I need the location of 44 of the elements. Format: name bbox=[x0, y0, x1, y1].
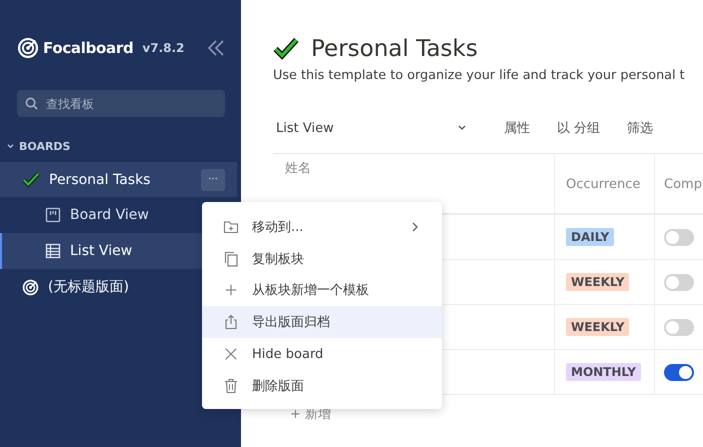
toolbar-button[interactable]: 属性 bbox=[504, 119, 530, 137]
plus-icon bbox=[223, 283, 239, 298]
version-label: v7.8.2 bbox=[142, 41, 184, 55]
more-button[interactable]: ··· bbox=[201, 168, 225, 190]
toggle-switch[interactable] bbox=[664, 364, 694, 380]
app-name: Focalboard bbox=[43, 39, 134, 57]
logo-icon bbox=[17, 37, 39, 59]
chevron-icon bbox=[458, 125, 466, 131]
column-header[interactable]: Compl bbox=[654, 155, 703, 213]
section-title: BOARDS bbox=[19, 140, 70, 152]
toggle-switch[interactable] bbox=[664, 228, 694, 246]
toggle-switch[interactable] bbox=[664, 318, 694, 336]
board-label: (无标题版面) bbox=[48, 278, 129, 296]
toggle-switch[interactable] bbox=[664, 274, 694, 290]
occurrence-tag: DAILY bbox=[566, 228, 614, 246]
copy-icon bbox=[223, 250, 239, 267]
occurrence-tag: WEEKLY bbox=[566, 273, 630, 291]
search-field[interactable]: 查找看板 bbox=[17, 90, 225, 117]
toolbar-button[interactable]: 筛选 bbox=[627, 119, 654, 137]
view-label: Board View bbox=[70, 207, 149, 223]
close-icon bbox=[223, 347, 239, 362]
board-description: Use this template to organize your life and track your personal t bbox=[273, 68, 686, 83]
toolbar-button[interactable]: 以 分组 bbox=[557, 119, 600, 137]
check-icon bbox=[273, 36, 299, 62]
board-item[interactable]: Personal Tasks ··· bbox=[0, 162, 237, 197]
menu-item[interactable]: 删除版面 bbox=[202, 370, 442, 402]
share-icon bbox=[223, 314, 239, 330]
menu-item[interactable]: 导出版面归档 bbox=[202, 306, 442, 338]
occurrence-tag: WEEKLY bbox=[566, 318, 630, 336]
menu-item[interactable]: Hide board bbox=[202, 338, 442, 370]
folder-icon bbox=[223, 218, 239, 235]
occurrence-tag: MONTHLY bbox=[566, 363, 641, 381]
target-icon bbox=[22, 278, 39, 296]
collapse-icon[interactable] bbox=[207, 40, 225, 56]
board-title: Personal Tasks bbox=[311, 36, 478, 62]
table-icon bbox=[45, 243, 61, 259]
board-icon bbox=[45, 207, 61, 223]
trash-icon bbox=[223, 378, 239, 394]
section-header[interactable]: BOARDS bbox=[0, 137, 241, 155]
check-icon bbox=[22, 170, 40, 188]
view-label: List View bbox=[70, 243, 132, 259]
board-label: Personal Tasks bbox=[49, 172, 150, 188]
column-header[interactable]: Occurrence bbox=[554, 155, 654, 213]
view-dropdown[interactable]: List View bbox=[273, 120, 466, 136]
